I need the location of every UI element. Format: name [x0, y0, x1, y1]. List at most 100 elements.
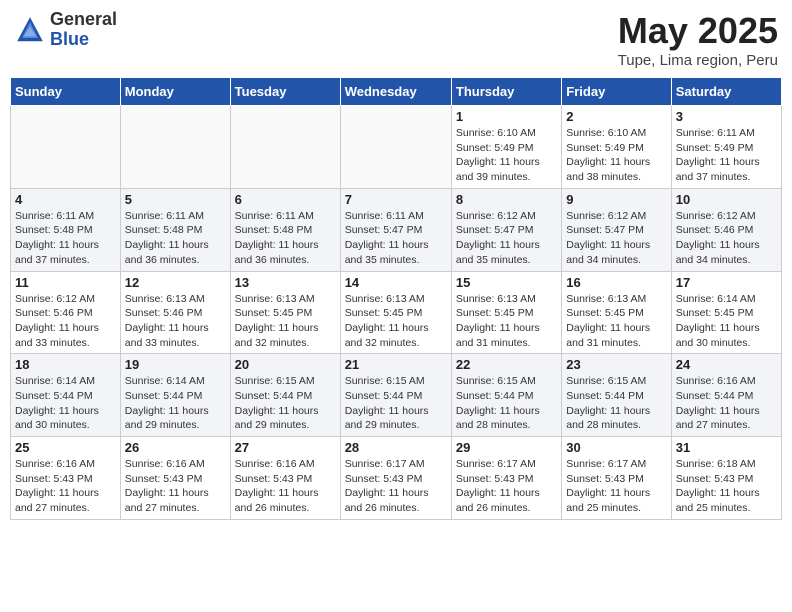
calendar-week-5: 25 Sunrise: 6:16 AMSunset: 5:43 PMDayligh…	[11, 437, 782, 520]
day-info: Sunrise: 6:12 AMSunset: 5:46 PMDaylight:…	[676, 209, 777, 268]
calendar-week-2: 4 Sunrise: 6:11 AMSunset: 5:48 PMDaylight…	[11, 188, 782, 271]
calendar-cell: 29Sunrise: 6:17 AMSunset: 5:43 PMDayligh…	[451, 437, 561, 520]
calendar-cell: 13 Sunrise: 6:13 AMSunset: 5:45 PMDayligh…	[230, 271, 340, 354]
day-number: 23	[566, 357, 666, 372]
calendar-cell: 18Sunrise: 6:14 AMSunset: 5:44 PMDayligh…	[11, 354, 121, 437]
day-number: 2	[566, 109, 666, 124]
calendar-cell: 12 Sunrise: 6:13 AMSunset: 5:46 PMDayligh…	[120, 271, 230, 354]
calendar-cell: 27 Sunrise: 6:16 AMSunset: 5:43 PMDayligh…	[230, 437, 340, 520]
day-info: Sunrise: 6:12 AMSunset: 5:47 PMDaylight:…	[456, 209, 557, 268]
day-number: 26	[125, 440, 226, 455]
column-header-thursday: Thursday	[451, 78, 561, 106]
day-info: Sunrise: 6:13 AMSunset: 5:45 PMDaylight:…	[345, 292, 447, 351]
day-number: 24	[676, 357, 777, 372]
day-info: Sunrise: 6:11 AMSunset: 5:48 PMDaylight:…	[125, 209, 226, 268]
day-number: 13	[235, 275, 336, 290]
calendar-cell: 5 Sunrise: 6:11 AMSunset: 5:48 PMDaylight…	[120, 188, 230, 271]
day-number: 25	[15, 440, 116, 455]
calendar-cell: 16 Sunrise: 6:13 AMSunset: 5:45 PMDayligh…	[562, 271, 671, 354]
day-number: 15	[456, 275, 557, 290]
calendar-cell: 31 Sunrise: 6:18 AMSunset: 5:43 PMDayligh…	[671, 437, 781, 520]
calendar-cell: 26 Sunrise: 6:16 AMSunset: 5:43 PMDayligh…	[120, 437, 230, 520]
calendar-cell: 17 Sunrise: 6:14 AMSunset: 5:45 PMDayligh…	[671, 271, 781, 354]
day-number: 18	[15, 357, 116, 372]
day-info: Sunrise: 6:14 AMSunset: 5:44 PMDaylight:…	[125, 374, 226, 433]
calendar-cell: 4 Sunrise: 6:11 AMSunset: 5:48 PMDaylight…	[11, 188, 121, 271]
day-info: Sunrise: 6:13 AMSunset: 5:45 PMDaylight:…	[566, 292, 666, 351]
day-number: 31	[676, 440, 777, 455]
calendar-cell: 20Sunrise: 6:15 AMSunset: 5:44 PMDayligh…	[230, 354, 340, 437]
day-number: 30	[566, 440, 666, 455]
title-block: May 2025 Tupe, Lima region, Peru	[618, 10, 778, 69]
calendar-cell: 1 Sunrise: 6:10 AMSunset: 5:49 PMDaylight…	[451, 106, 561, 189]
calendar-cell: 21Sunrise: 6:15 AMSunset: 5:44 PMDayligh…	[340, 354, 451, 437]
day-number: 4	[15, 192, 116, 207]
day-number: 12	[125, 275, 226, 290]
calendar-cell	[230, 106, 340, 189]
day-info: Sunrise: 6:13 AMSunset: 5:45 PMDaylight:…	[456, 292, 557, 351]
calendar-cell: 9 Sunrise: 6:12 AMSunset: 5:47 PMDaylight…	[562, 188, 671, 271]
day-info: Sunrise: 6:13 AMSunset: 5:45 PMDaylight:…	[235, 292, 336, 351]
day-info: Sunrise: 6:18 AMSunset: 5:43 PMDaylight:…	[676, 457, 777, 516]
calendar-cell	[340, 106, 451, 189]
column-header-friday: Friday	[562, 78, 671, 106]
day-info: Sunrise: 6:17 AMSunset: 5:43 PMDaylight:…	[345, 457, 447, 516]
column-header-sunday: Sunday	[11, 78, 121, 106]
day-number: 17	[676, 275, 777, 290]
day-number: 19	[125, 357, 226, 372]
calendar-table: SundayMondayTuesdayWednesdayThursdayFrid…	[10, 77, 782, 520]
day-number: 1	[456, 109, 557, 124]
day-number: 8	[456, 192, 557, 207]
day-info: Sunrise: 6:17 AMSunset: 5:43 PMDaylight:…	[566, 457, 666, 516]
day-number: 22	[456, 357, 557, 372]
logo-text: General Blue	[50, 10, 117, 50]
day-number: 20	[235, 357, 336, 372]
calendar-cell	[120, 106, 230, 189]
calendar-cell	[11, 106, 121, 189]
day-number: 11	[15, 275, 116, 290]
calendar-cell: 6Sunrise: 6:11 AMSunset: 5:48 PMDaylight…	[230, 188, 340, 271]
day-info: Sunrise: 6:11 AMSunset: 5:48 PMDaylight:…	[235, 209, 336, 268]
logo-general: General	[50, 10, 117, 30]
calendar-cell: 8 Sunrise: 6:12 AMSunset: 5:47 PMDaylight…	[451, 188, 561, 271]
day-number: 27	[235, 440, 336, 455]
day-number: 10	[676, 192, 777, 207]
page-header: General Blue May 2025 Tupe, Lima region,…	[10, 10, 782, 69]
calendar-cell: 7Sunrise: 6:11 AMSunset: 5:47 PMDaylight…	[340, 188, 451, 271]
calendar-cell: 10 Sunrise: 6:12 AMSunset: 5:46 PMDayligh…	[671, 188, 781, 271]
day-info: Sunrise: 6:10 AMSunset: 5:49 PMDaylight:…	[456, 126, 557, 185]
calendar-cell: 25Sunrise: 6:16 AMSunset: 5:43 PMDayligh…	[11, 437, 121, 520]
day-info: Sunrise: 6:10 AMSunset: 5:49 PMDaylight:…	[566, 126, 666, 185]
day-info: Sunrise: 6:12 AMSunset: 5:46 PMDaylight:…	[15, 292, 116, 351]
day-info: Sunrise: 6:12 AMSunset: 5:47 PMDaylight:…	[566, 209, 666, 268]
day-number: 14	[345, 275, 447, 290]
day-info: Sunrise: 6:13 AMSunset: 5:46 PMDaylight:…	[125, 292, 226, 351]
column-header-tuesday: Tuesday	[230, 78, 340, 106]
day-info: Sunrise: 6:17 AMSunset: 5:43 PMDaylight:…	[456, 457, 557, 516]
day-number: 9	[566, 192, 666, 207]
calendar-cell: 11 Sunrise: 6:12 AMSunset: 5:46 PMDayligh…	[11, 271, 121, 354]
calendar-cell: 19 Sunrise: 6:14 AMSunset: 5:44 PMDayligh…	[120, 354, 230, 437]
calendar-cell: 23 Sunrise: 6:15 AMSunset: 5:44 PMDayligh…	[562, 354, 671, 437]
day-info: Sunrise: 6:16 AMSunset: 5:43 PMDaylight:…	[125, 457, 226, 516]
day-number: 7	[345, 192, 447, 207]
day-info: Sunrise: 6:16 AMSunset: 5:43 PMDaylight:…	[235, 457, 336, 516]
calendar-week-3: 11 Sunrise: 6:12 AMSunset: 5:46 PMDayligh…	[11, 271, 782, 354]
logo: General Blue	[14, 10, 117, 50]
calendar-cell: 22Sunrise: 6:15 AMSunset: 5:44 PMDayligh…	[451, 354, 561, 437]
day-info: Sunrise: 6:15 AMSunset: 5:44 PMDaylight:…	[566, 374, 666, 433]
logo-icon	[14, 14, 46, 46]
day-number: 16	[566, 275, 666, 290]
day-info: Sunrise: 6:15 AMSunset: 5:44 PMDaylight:…	[345, 374, 447, 433]
day-info: Sunrise: 6:14 AMSunset: 5:45 PMDaylight:…	[676, 292, 777, 351]
calendar-cell: 24 Sunrise: 6:16 AMSunset: 5:44 PMDayligh…	[671, 354, 781, 437]
day-info: Sunrise: 6:11 AMSunset: 5:48 PMDaylight:…	[15, 209, 116, 268]
day-number: 5	[125, 192, 226, 207]
calendar-cell: 14 Sunrise: 6:13 AMSunset: 5:45 PMDayligh…	[340, 271, 451, 354]
calendar-week-1: 1 Sunrise: 6:10 AMSunset: 5:49 PMDaylight…	[11, 106, 782, 189]
day-info: Sunrise: 6:16 AMSunset: 5:44 PMDaylight:…	[676, 374, 777, 433]
day-number: 3	[676, 109, 777, 124]
location: Tupe, Lima region, Peru	[618, 52, 778, 69]
column-header-monday: Monday	[120, 78, 230, 106]
calendar-header-row: SundayMondayTuesdayWednesdayThursdayFrid…	[11, 78, 782, 106]
